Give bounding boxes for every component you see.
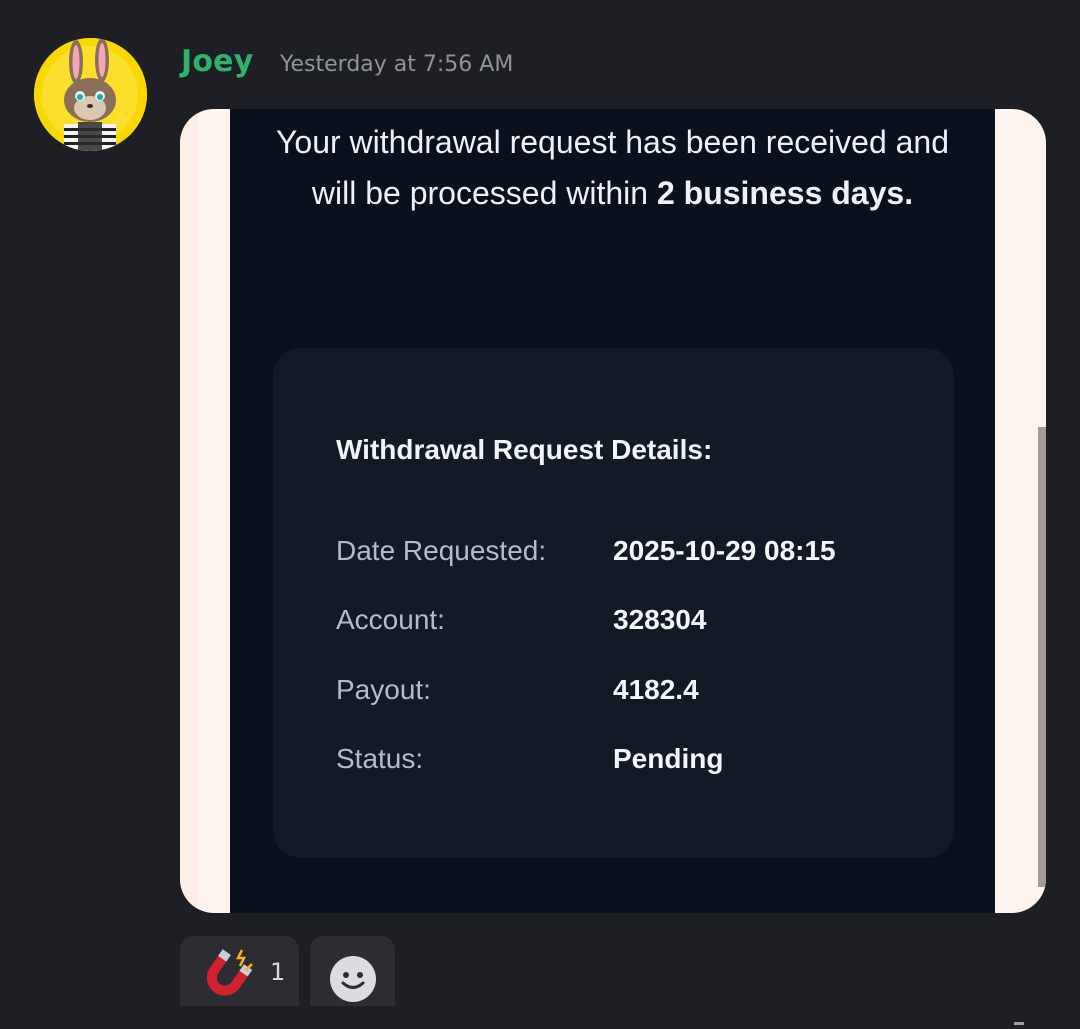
detail-row-status: Status: Pending <box>336 743 896 783</box>
add-reaction-icon <box>330 956 376 1002</box>
avatar[interactable] <box>34 38 147 151</box>
message-timestamp: Yesterday at 7:56 AM <box>280 52 514 77</box>
attachment-screen: Your withdrawal request has been receive… <box>230 109 995 913</box>
reaction-count: 1 <box>270 958 286 986</box>
detail-value: 328304 <box>613 604 707 635</box>
detail-row-payout: Payout: 4182.4 <box>336 674 896 714</box>
attachment-scrollbar <box>1038 427 1046 887</box>
attachment-margin <box>180 109 198 913</box>
withdrawal-message: Your withdrawal request has been receive… <box>250 117 975 219</box>
detail-label: Date Requested: <box>336 535 547 566</box>
detail-value: 2025-10-29 08:15 <box>613 535 836 566</box>
reaction-magnet[interactable]: 1 <box>180 936 299 1006</box>
discord-message-view: Joey Yesterday at 7:56 AM Your withdrawa… <box>0 0 1080 1029</box>
withdrawal-message-bold: 2 business days. <box>656 175 914 211</box>
magnet-icon <box>206 949 253 996</box>
add-reaction-button[interactable] <box>310 936 395 1006</box>
image-attachment[interactable]: Your withdrawal request has been receive… <box>180 109 1046 913</box>
detail-row-date: Date Requested: 2025-10-29 08:15 <box>336 535 896 575</box>
card-title: Withdrawal Request Details: <box>336 434 713 465</box>
detail-label: Payout: <box>336 674 431 705</box>
details-card: Withdrawal Request Details: Date Request… <box>273 348 954 858</box>
detail-row-account: Account: 328304 <box>336 604 896 644</box>
detail-label: Account: <box>336 604 445 635</box>
scroll-indicator <box>1014 1022 1024 1025</box>
message-author[interactable]: Joey <box>181 44 253 79</box>
rabbit-avatar-icon <box>34 38 147 151</box>
detail-value: Pending <box>613 743 724 774</box>
detail-value: 4182.4 <box>613 674 699 705</box>
detail-label: Status: <box>336 743 424 774</box>
